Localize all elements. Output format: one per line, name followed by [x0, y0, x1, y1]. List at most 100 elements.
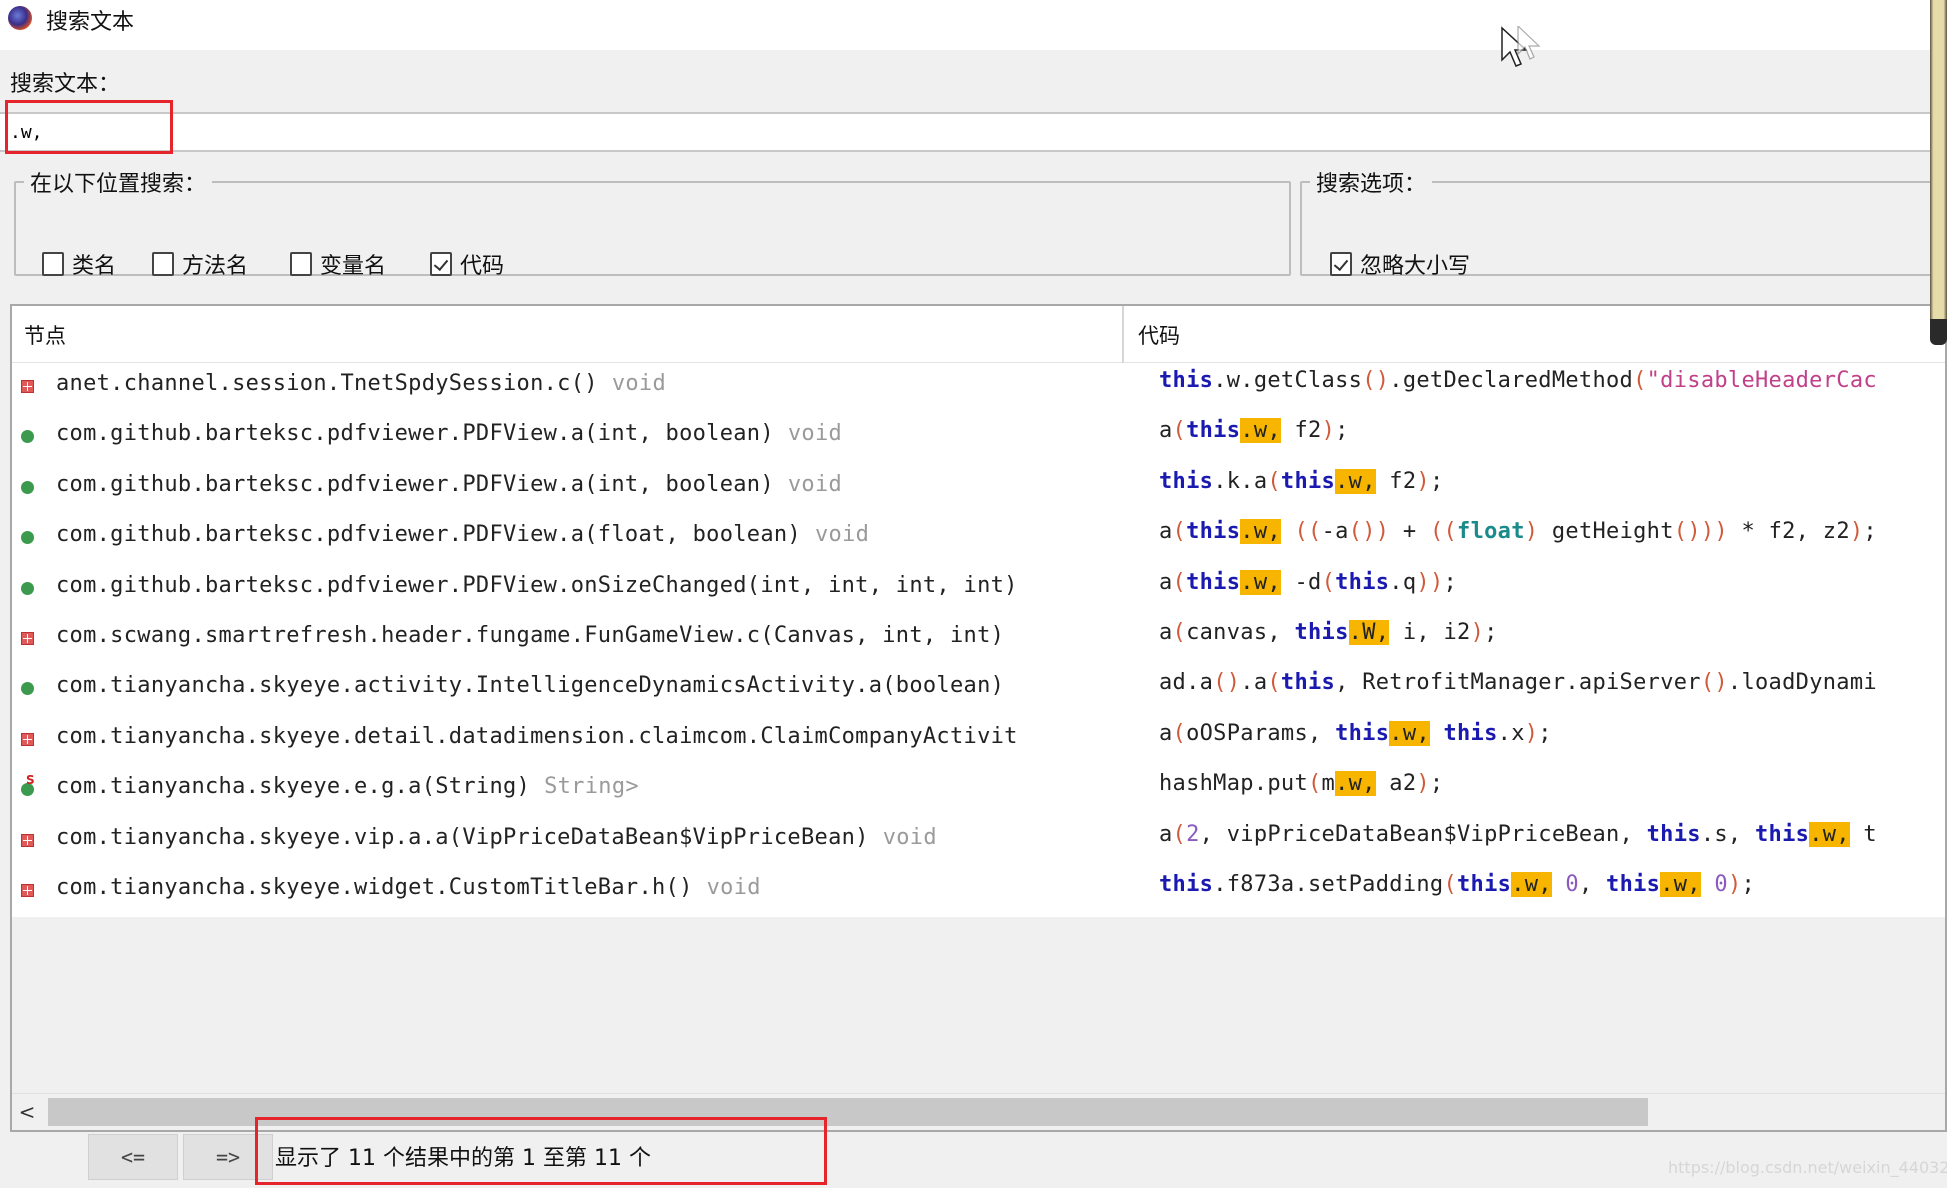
- table-row[interactable]: com.github.barteksc.pdfviewer.PDFView.on…: [12, 564, 1945, 615]
- match-highlight: .w,: [1240, 569, 1281, 595]
- checkbox-variable-name[interactable]: 变量名: [290, 248, 386, 280]
- match-highlight: .w,: [1240, 519, 1281, 545]
- search-label: 搜索文本：: [10, 72, 121, 97]
- return-type: void: [787, 421, 843, 447]
- return-type: void: [882, 824, 937, 850]
- checkbox-checked[interactable]: [1330, 252, 1352, 276]
- search-in-legend: 在以下位置搜索：: [30, 172, 207, 197]
- table-row[interactable]: com.github.barteksc.pdfviewer.PDFView.a(…: [12, 463, 1945, 515]
- table-row[interactable]: com.github.barteksc.pdfviewer.PDFView.a(…: [12, 514, 1945, 565]
- code-cell: a(2, vipPriceDataBean$VipPriceBean, this…: [1159, 821, 1877, 847]
- return-type: String>: [544, 774, 639, 800]
- public-method-icon: [21, 430, 34, 444]
- code-cell: this.k.a(this.w, f2);: [1159, 468, 1444, 494]
- checkbox[interactable]: [290, 252, 312, 276]
- next-page-button[interactable]: =>: [183, 1134, 273, 1180]
- column-header-node[interactable]: 节点: [24, 320, 66, 350]
- code-cell: ad.a().a(this, RetrofitManager.apiServer…: [1159, 670, 1877, 696]
- table-row[interactable]: com.tianyancha.skyeye.e.g.a(String) Strin…: [12, 766, 1945, 817]
- checkbox-label: 方法名: [182, 254, 249, 279]
- node-signature: com.tianyancha.skyeye.detail.datadimensi…: [56, 723, 1018, 749]
- checkbox-ignore-case[interactable]: 忽略大小写: [1330, 248, 1470, 280]
- column-header-code[interactable]: 代码: [1138, 320, 1180, 350]
- node-cell: com.github.barteksc.pdfviewer.PDFView.on…: [56, 573, 1018, 598]
- private-method-icon: [21, 631, 34, 645]
- watermark: https://blog.csdn.net/weixin_44032232: [1668, 1158, 1947, 1177]
- node-cell: com.github.barteksc.pdfviewer.PDFView.a(…: [56, 472, 842, 497]
- return-type: void: [611, 371, 666, 396]
- checkbox-checked[interactable]: [430, 252, 452, 276]
- table-row[interactable]: com.tianyancha.skyeye.widget.CustomTitle…: [12, 866, 1945, 918]
- table-row[interactable]: com.tianyancha.skyeye.vip.a.a(VipPriceDa…: [12, 816, 1945, 867]
- checkbox-method-name[interactable]: 方法名: [152, 248, 248, 280]
- code-cell: a(oOSParams, this.w, this.x);: [1159, 720, 1552, 746]
- scroll-left-arrow-icon[interactable]: <: [14, 1098, 40, 1126]
- match-highlight: .w,: [1335, 771, 1376, 797]
- code-cell: hashMap.put(m.w, a2);: [1159, 771, 1444, 797]
- results-table: 节点 代码 anet.channel.session.TnetSpdySessi…: [10, 304, 1947, 1132]
- checkbox-code[interactable]: 代码: [430, 248, 504, 280]
- checkbox-label: 代码: [460, 254, 505, 279]
- node-cell: com.tianyancha.skyeye.vip.a.a(VipPriceDa…: [56, 825, 937, 850]
- search-input[interactable]: [0, 112, 1930, 152]
- match-highlight: .w,: [1335, 468, 1376, 494]
- checkbox-label: 忽略大小写: [1360, 254, 1471, 279]
- match-highlight: .w,: [1660, 871, 1701, 897]
- horizontal-scrollbar[interactable]: <: [12, 1093, 1945, 1130]
- code-cell: this.f873a.setPadding(this.w, 0, this.w,…: [1159, 871, 1756, 897]
- background-window-edge: [1930, 0, 1947, 345]
- match-highlight: .w,: [1511, 871, 1552, 897]
- search-in-group: 在以下位置搜索： 类名 方法名 变量名 代码: [14, 166, 1291, 279]
- node-signature: com.github.barteksc.pdfviewer.PDFView.a(…: [56, 522, 801, 548]
- private-method-icon: [21, 732, 34, 746]
- table-row[interactable]: com.tianyancha.skyeye.activity.Intellige…: [12, 665, 1945, 716]
- scrollbar-thumb[interactable]: [48, 1098, 1648, 1126]
- code-cell: a(canvas, this.W, i, i2);: [1159, 619, 1498, 645]
- node-signature: com.github.barteksc.pdfviewer.PDFView.on…: [56, 572, 1018, 598]
- prev-page-button[interactable]: <=: [88, 1134, 178, 1180]
- return-type: void: [787, 471, 843, 497]
- node-signature: anet.channel.session.TnetSpdySession.c(): [56, 371, 598, 396]
- code-cell: this.w.getClass().getDeclaredMethod("dis…: [1159, 368, 1877, 393]
- static-method-icon: [21, 773, 35, 797]
- checkbox[interactable]: [42, 252, 64, 276]
- private-method-icon: [21, 833, 34, 847]
- node-signature: com.tianyancha.skyeye.e.g.a(String): [56, 774, 531, 800]
- node-signature: com.tianyancha.skyeye.vip.a.a(VipPriceDa…: [56, 824, 869, 850]
- result-status: 显示了 11 个结果中的第 1 至第 11 个: [275, 1146, 651, 1171]
- node-cell: com.tianyancha.skyeye.e.g.a(String) Strin…: [56, 774, 639, 799]
- private-method-icon: [21, 380, 34, 393]
- title-bar: [0, 0, 1947, 50]
- return-type: void: [814, 522, 870, 548]
- node-cell: anet.channel.session.TnetSpdySession.c()…: [56, 371, 666, 396]
- node-cell: com.tianyancha.skyeye.activity.Intellige…: [56, 673, 1004, 698]
- checkbox-label: 变量名: [320, 254, 387, 279]
- search-options-legend: 搜索选项：: [1316, 172, 1427, 197]
- match-highlight: .w,: [1389, 720, 1430, 746]
- checkbox[interactable]: [152, 252, 174, 276]
- node-signature: com.github.barteksc.pdfviewer.PDFView.a(…: [56, 421, 774, 447]
- node-cell: com.scwang.smartrefresh.header.fungame.F…: [56, 623, 1004, 648]
- window-title: 搜索文本: [46, 10, 135, 35]
- results-rows: anet.channel.session.TnetSpdySession.c()…: [12, 363, 1945, 918]
- table-row[interactable]: com.scwang.smartrefresh.header.fungame.F…: [12, 614, 1945, 666]
- public-method-icon: [21, 531, 34, 545]
- table-row[interactable]: com.tianyancha.skyeye.detail.datadimensi…: [12, 715, 1945, 767]
- node-signature: com.github.barteksc.pdfviewer.PDFView.a(…: [56, 471, 774, 497]
- match-highlight: .w,: [1809, 821, 1850, 847]
- public-method-icon: [21, 581, 34, 595]
- node-cell: com.tianyancha.skyeye.detail.datadimensi…: [56, 724, 1018, 749]
- node-signature: com.tianyancha.skyeye.activity.Intellige…: [56, 673, 1005, 699]
- public-method-icon: [21, 682, 34, 696]
- node-signature: com.scwang.smartrefresh.header.fungame.F…: [56, 622, 1005, 648]
- table-header: 节点 代码: [12, 306, 1945, 363]
- table-row[interactable]: anet.channel.session.TnetSpdySession.c()…: [12, 363, 1945, 414]
- node-signature: com.tianyancha.skyeye.widget.CustomTitle…: [56, 874, 693, 900]
- search-options-group: 搜索选项： 忽略大小写: [1300, 166, 1947, 279]
- match-highlight: .W,: [1348, 619, 1390, 645]
- node-cell: com.github.barteksc.pdfviewer.PDFView.a(…: [56, 421, 842, 446]
- match-highlight: .w,: [1240, 418, 1281, 444]
- checkbox-class-name[interactable]: 类名: [42, 248, 116, 280]
- table-row[interactable]: com.github.barteksc.pdfviewer.PDFView.a(…: [12, 413, 1945, 464]
- private-method-icon: [21, 883, 34, 897]
